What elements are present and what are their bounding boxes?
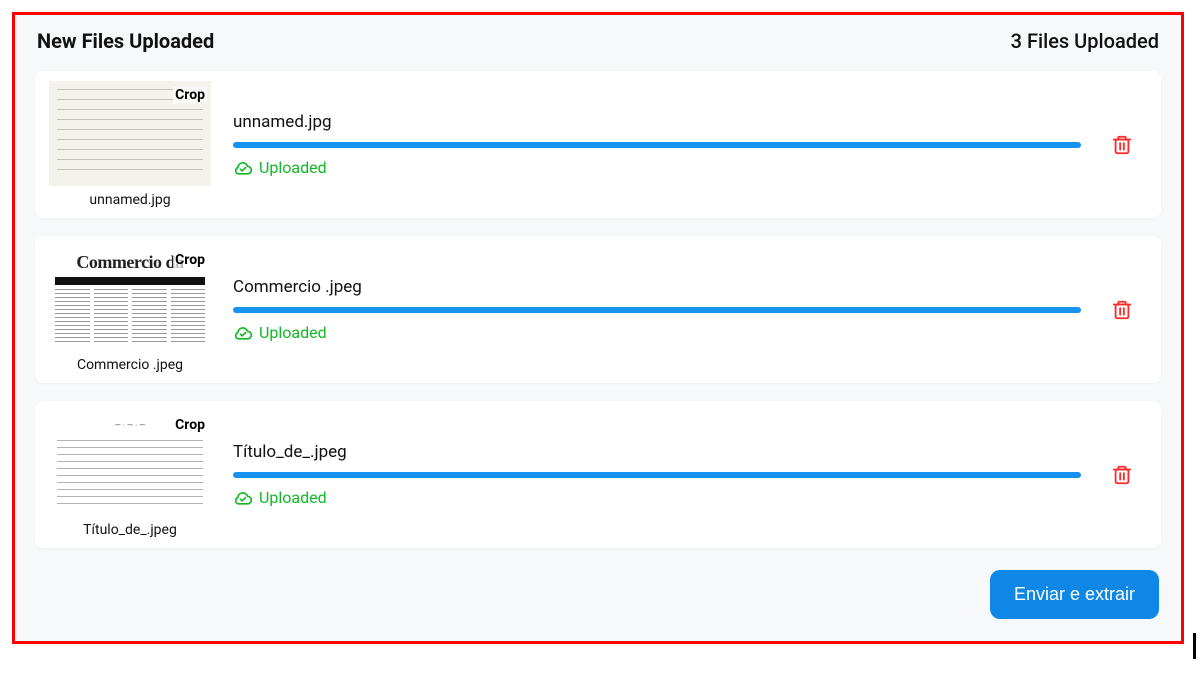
cloud-check-icon <box>233 488 253 508</box>
file-info: unnamed.jpg Uploaded <box>233 112 1081 178</box>
cloud-check-icon <box>233 158 253 178</box>
thumb-col: — · — · — Crop Título_de_.jpeg <box>45 411 215 538</box>
header: New Files Uploaded 3 Files Uploaded <box>35 29 1161 53</box>
crop-label[interactable]: Crop <box>173 252 207 268</box>
file-card: — · — · — Crop Título_de_.jpeg Título_de… <box>35 401 1161 548</box>
file-card: Crop unnamed.jpg unnamed.jpg Uploaded <box>35 71 1161 218</box>
crop-label[interactable]: Crop <box>173 417 207 433</box>
delete-button[interactable] <box>1099 463 1145 487</box>
file-thumbnail[interactable]: Crop <box>49 81 211 186</box>
text-caret <box>1193 633 1196 659</box>
cloud-check-icon <box>233 323 253 343</box>
trash-icon <box>1111 463 1133 487</box>
thumb-col: Commercio da Crop Commercio .jpeg <box>45 246 215 373</box>
progress-bar <box>233 472 1081 478</box>
file-thumbnail[interactable]: — · — · — Crop <box>49 411 211 516</box>
delete-button[interactable] <box>1099 133 1145 157</box>
status-row: Uploaded <box>233 488 1081 508</box>
thumb-col: Crop unnamed.jpg <box>45 81 215 208</box>
submit-button[interactable]: Enviar e extrair <box>990 570 1159 619</box>
thumbnail-bar <box>55 277 205 285</box>
status-row: Uploaded <box>233 158 1081 178</box>
crop-label[interactable]: Crop <box>173 87 207 103</box>
thumb-filename: unnamed.jpg <box>45 192 215 208</box>
file-card: Commercio da Crop Commercio .jpeg Commer… <box>35 236 1161 383</box>
thumb-filename: Título_de_.jpeg <box>45 522 215 538</box>
upload-count: 3 Files Uploaded <box>1011 29 1159 53</box>
trash-icon <box>1111 298 1133 322</box>
status-text: Uploaded <box>259 323 327 342</box>
delete-button[interactable] <box>1099 298 1145 322</box>
progress-bar <box>233 307 1081 313</box>
upload-panel: New Files Uploaded 3 Files Uploaded Crop… <box>12 12 1184 644</box>
trash-icon <box>1111 133 1133 157</box>
file-name: Título_de_.jpeg <box>233 442 1081 462</box>
thumbnail-doclines <box>57 440 203 510</box>
thumb-filename: Commercio .jpeg <box>45 357 215 373</box>
file-thumbnail[interactable]: Commercio da Crop <box>49 246 211 351</box>
file-info: Título_de_.jpeg Uploaded <box>233 442 1081 508</box>
progress-bar <box>233 142 1081 148</box>
submit-row: Enviar e extrair <box>990 570 1159 619</box>
file-name: unnamed.jpg <box>233 112 1081 132</box>
status-text: Uploaded <box>259 488 327 507</box>
status-text: Uploaded <box>259 158 327 177</box>
page-title: New Files Uploaded <box>37 29 214 53</box>
file-info: Commercio .jpeg Uploaded <box>233 277 1081 343</box>
file-name: Commercio .jpeg <box>233 277 1081 297</box>
thumbnail-cols <box>55 289 205 343</box>
status-row: Uploaded <box>233 323 1081 343</box>
